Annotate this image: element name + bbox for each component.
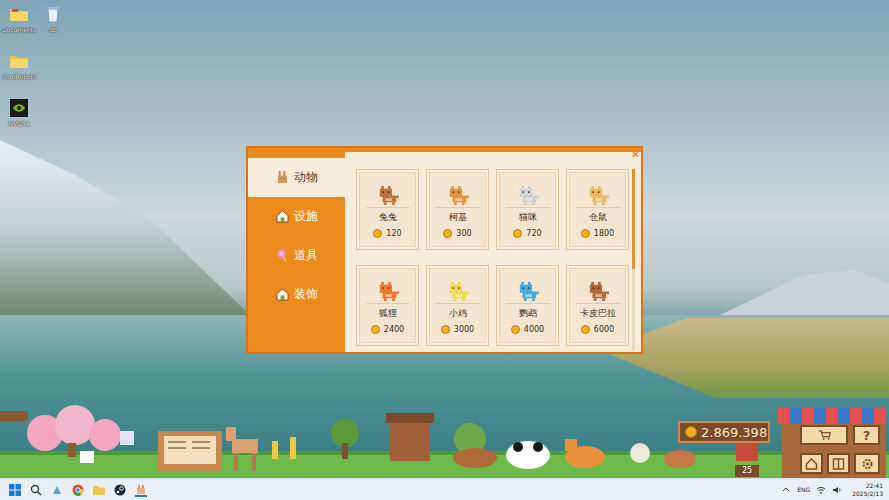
item-card[interactable]: 卡皮巴拉 6000: [566, 265, 629, 346]
taskbar: ENG 22:412025/2/13: [0, 478, 889, 500]
coin-icon: [511, 325, 520, 334]
item-card[interactable]: 小鸡 3000: [426, 265, 489, 346]
level-badge: 25: [735, 465, 759, 477]
animal-icon: [447, 186, 469, 205]
item-name: 猫咪: [519, 211, 537, 224]
item-card[interactable]: 鹦鹉 4000: [496, 265, 559, 346]
animal-icon: [587, 186, 609, 205]
animal-icon: [517, 282, 539, 301]
close-button[interactable]: ✕: [629, 149, 642, 161]
lollipop-icon: [276, 249, 289, 262]
item-price: 120: [373, 229, 401, 238]
chrome-icon[interactable]: [72, 484, 84, 496]
desktop: DocumentsdbShotRobotsNVIDIA✕动物设施道具装饰兔兔12…: [0, 0, 889, 500]
item-name: 柯基: [449, 211, 467, 224]
shop-window: ✕动物设施道具装饰兔兔120柯基300猫咪720仓鼠1800狐狸2400小鸡30…: [246, 146, 643, 354]
coin-icon: [443, 229, 452, 238]
animal-icon: [517, 186, 539, 205]
coin-icon: [441, 325, 450, 334]
windows-start-icon[interactable]: [9, 484, 21, 496]
folder-icon: [9, 4, 29, 24]
coin-icon: [581, 325, 590, 334]
animal-icon: [377, 186, 399, 205]
house-icon: [276, 288, 289, 301]
item-name: 鹦鹉: [519, 307, 537, 320]
coin-icon: [371, 325, 380, 334]
shop-title-bar: ✕: [248, 148, 641, 152]
recycle-bin-icon: [43, 4, 63, 24]
home-button[interactable]: [800, 453, 823, 474]
wifi-icon[interactable]: [816, 485, 826, 495]
help-button[interactable]: ?: [853, 425, 880, 445]
home-icon: [805, 458, 818, 470]
item-card[interactable]: 猫咪 720: [496, 169, 559, 250]
animal-icon: [587, 282, 609, 301]
coin-icon: [513, 229, 522, 238]
item-card[interactable]: 仓鼠 1800: [566, 169, 629, 250]
item-card[interactable]: 兔兔 120: [356, 169, 419, 250]
steam-icon[interactable]: [114, 484, 126, 496]
game-bar: 2.869.398 25?: [0, 403, 889, 478]
item-name: 小鸡: [449, 307, 467, 320]
desktop-icons: DocumentsdbShotRobotsNVIDIA: [2, 4, 70, 143]
language-indicator[interactable]: ENG: [797, 486, 810, 493]
item-price: 2400: [371, 325, 404, 334]
desktop-icon[interactable]: db: [36, 4, 70, 49]
folder-icon: [9, 51, 29, 71]
house-icon: [276, 210, 289, 223]
speaker-icon[interactable]: [832, 485, 842, 495]
search-icon[interactable]: [30, 484, 42, 496]
animal-icon: [447, 282, 469, 301]
category-tab[interactable]: 动物: [248, 158, 345, 197]
widgets-icon[interactable]: [51, 484, 63, 496]
animal-icon: [377, 282, 399, 301]
desktop-icon[interactable]: Documents: [2, 4, 36, 49]
gear-icon: [861, 458, 874, 470]
scrollbar-thumb[interactable]: [632, 169, 635, 269]
item-name: 兔兔: [379, 211, 397, 224]
chevron-up-icon[interactable]: [781, 485, 791, 495]
rabbit-icon: [276, 171, 289, 184]
category-tab[interactable]: 设施: [248, 197, 345, 236]
item-name: 卡皮巴拉: [580, 307, 616, 320]
coin-icon: [581, 229, 590, 238]
item-price: 4000: [511, 325, 544, 334]
coin-counter: 2.869.398: [678, 421, 770, 443]
desktop-icon[interactable]: ShotRobots: [2, 51, 36, 96]
item-price: 720: [513, 229, 541, 238]
item-grid: 兔兔 120 柯基 300 猫咪 720 仓鼠 1800 狐狸 2400 小鸡 3000 鹦鹉 4000 卡…: [356, 169, 629, 352]
category-sidebar: 动物设施道具装饰: [248, 152, 345, 352]
shop-cart-button[interactable]: [800, 425, 848, 445]
item-price: 300: [443, 229, 471, 238]
clock[interactable]: 22:412025/2/13: [852, 482, 883, 498]
scrollbar[interactable]: [632, 169, 635, 351]
coin-icon: [685, 426, 697, 438]
item-price: 1800: [581, 229, 614, 238]
mountain: [720, 270, 889, 315]
layout-button[interactable]: [827, 453, 850, 474]
item-price: 6000: [581, 325, 614, 334]
item-card[interactable]: 柯基 300: [426, 169, 489, 250]
layout-icon: [832, 458, 845, 470]
coin-icon: [373, 229, 382, 238]
item-price: 3000: [441, 325, 474, 334]
item-name: 仓鼠: [589, 211, 607, 224]
cart-icon: [818, 429, 831, 441]
nvidia-icon: [9, 98, 29, 118]
settings-button[interactable]: [854, 453, 880, 474]
mountain: [0, 140, 250, 315]
category-tab[interactable]: 道具: [248, 236, 345, 275]
item-card[interactable]: 狐狸 2400: [356, 265, 419, 346]
file-explorer-icon[interactable]: [93, 484, 105, 496]
item-name: 狐狸: [379, 307, 397, 320]
desktop-icon[interactable]: NVIDIA: [2, 98, 36, 143]
category-tab[interactable]: 装饰: [248, 275, 345, 314]
game-app-icon[interactable]: [135, 483, 147, 497]
